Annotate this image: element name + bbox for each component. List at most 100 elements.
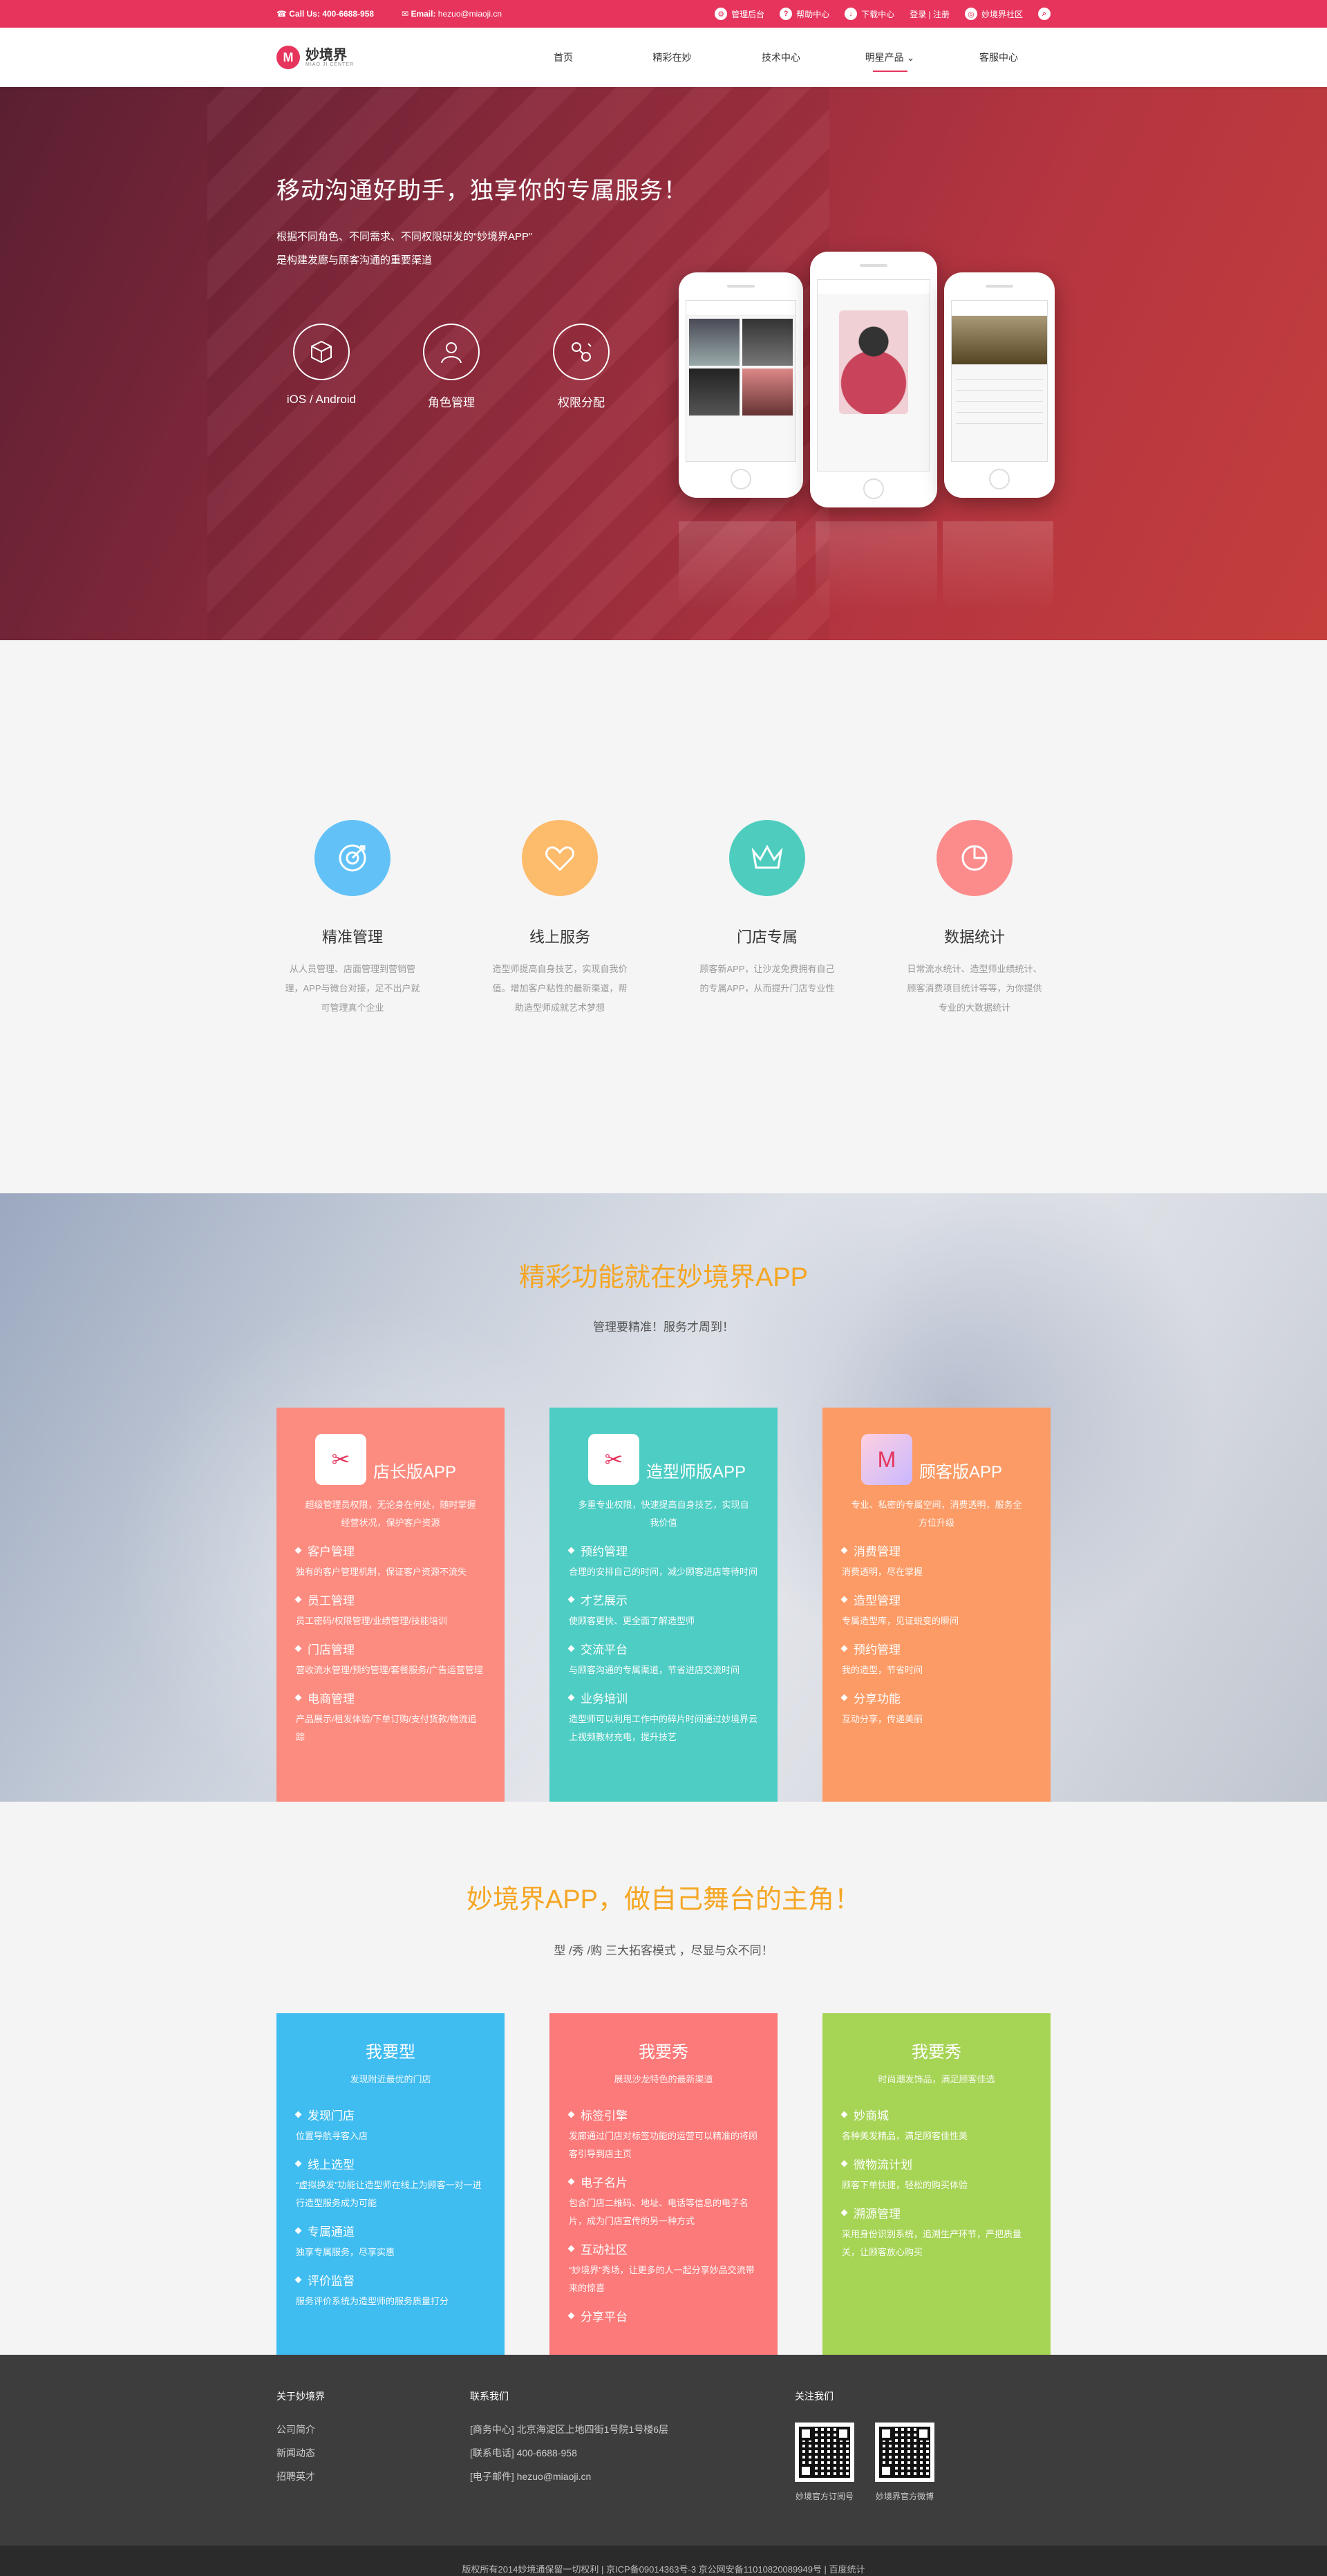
nav-item-highlights[interactable]: 精彩在妙 <box>621 28 724 87</box>
hero-feature-label: iOS / Android <box>286 393 357 406</box>
footer-email[interactable]: [电子邮件] hezuo@miaoji.cn <box>470 2470 668 2483</box>
list-item-title: 预约管理 <box>842 1640 1031 1657</box>
app-card-boss[interactable]: ✂ 店长版APP 超级管理员权限，无论身在何处，随时掌握经营状况，保护客户资源 … <box>276 1408 505 1802</box>
list-item: 门店管理 营收流水管理/预约管理/套餐服务/广告运营管理 <box>296 1640 485 1679</box>
list-item: 评价监督服务评价系统为造型师的服务质量打分 <box>296 2271 485 2311</box>
key-icon <box>553 324 610 380</box>
feature-precise-management: 精准管理 从人员管理、店面管理到营销管理，APP与微台对接，足不出户就可管理真个… <box>276 820 429 1018</box>
nav-item-products[interactable]: 明星产品 ⌄ <box>838 28 942 87</box>
list-item: 造型管理专属造型库，见证蜕变的瞬间 <box>842 1591 1031 1630</box>
email-address[interactable]: hezuo@miaoji.cn <box>438 9 502 19</box>
list-item-title: 标签引擎 <box>569 2106 758 2123</box>
qr-label: 妙境界官方微博 <box>875 2492 934 2501</box>
hero-desc-line-1: 根据不同角色、不同需求、不同权限研发的“妙境界APP” <box>276 231 533 243</box>
list-item-title: 电商管理 <box>296 1689 485 1706</box>
admin-link[interactable]: ⚙ 管理后台 <box>715 8 764 20</box>
list-item-desc: 营收流水管理/预约管理/套餐服务/广告运营管理 <box>296 1665 483 1675</box>
list-item-title: 分享功能 <box>842 1689 1031 1706</box>
phone-number: 400-6688-958 <box>322 9 375 19</box>
main-nav: M 妙境界 MIAO JI CENTER 首页 精彩在妙 技术中心 明星产品 ⌄… <box>0 28 1327 87</box>
footer-follow-title: 关注我们 <box>795 2391 834 2402</box>
mode-card-subtitle: 发现附近最优的门店 <box>350 2074 431 2084</box>
mode-card-show[interactable]: 我要秀 展现沙龙特色的最新渠道 标签引擎 发廊通过门店对标签功能的运营可以精准的将… <box>549 2013 778 2362</box>
login-register-link[interactable]: 登录 | 注册 <box>910 8 950 20</box>
mode-card-title: 我要秀 <box>912 2043 961 2062</box>
list-item-desc: 发廊通过门店对标签功能的运营可以精准的将顾客引导到店主页 <box>569 2131 758 2159</box>
phone-mockup-stylist <box>810 252 937 507</box>
logo[interactable]: M 妙境界 MIAO JI CENTER <box>276 46 511 69</box>
search-icon: ⌕ <box>1038 8 1051 20</box>
list-item: 分享功能 互动分享，传递美丽 <box>842 1689 1031 1728</box>
mode-card-shop[interactable]: 我要秀 时尚潮发饰品，满足顾客佳选 妙商城 各种美发精品，满足顾客佳性美 微物流计… <box>822 2013 1051 2362</box>
community-link[interactable]: ◎ 妙境界社区 <box>964 8 1023 20</box>
qr-subscription[interactable]: 妙境官方订阅号 <box>795 2423 854 2502</box>
heart-icon <box>522 820 598 896</box>
list-item: 标签引擎发廊通过门店对标签功能的运营可以精准的将顾客引导到店主页 <box>569 2106 758 2163</box>
app-card-customer[interactable]: M 顾客版APP 专业、私密的专属空间，消费透明，服务全方位升级 消费管理 消费透… <box>822 1408 1051 1802</box>
footer-link-jobs[interactable]: 招聘英才 <box>276 2470 325 2483</box>
footer-link-company[interactable]: 公司简介 <box>276 2423 325 2436</box>
search-button[interactable]: ⌕ <box>1038 8 1051 20</box>
download-link-label: 下载中心 <box>861 9 895 19</box>
nav-item-service[interactable]: 客服中心 <box>947 28 1051 87</box>
list-item: 电子名片 包含门店二维码、地址、电话等信息的电子名片，成为门店宣传的另一种方式 <box>569 2173 758 2230</box>
crown-icon <box>729 820 805 896</box>
list-item-desc: 产品展示/租发体验/下单订购/支付货款/物流追踪 <box>296 1714 477 1742</box>
list-item-title: 互动社区 <box>569 2240 758 2257</box>
copyright-text: 版权所有2014妙境通保留一切权利 | 京ICP备09014363号-3 京公网… <box>462 2564 865 2575</box>
nav-item-products-label: 明星产品 <box>865 52 904 63</box>
hero-title: 移动沟通好助手，独享你的专属服务！ <box>276 178 688 204</box>
list-item: 分享平台 <box>569 2307 758 2324</box>
hero-banner: 移动沟通好助手，独享你的专属服务！ 根据不同角色、不同需求、不同权限研发的“妙境… <box>0 87 1327 640</box>
hero-desc-line-2: 是构建发廊与顾客沟通的重要渠道 <box>276 254 433 266</box>
email-label: Email: <box>411 9 436 19</box>
help-link[interactable]: ? 帮助中心 <box>780 8 829 20</box>
list-item-title: 客户管理 <box>296 1542 485 1559</box>
app-card-stylist[interactable]: ✂ 造型师版APP 多重专业权限，快速提高自身技艺，实现自我价值 预约管理 合理的… <box>549 1408 778 1802</box>
download-link[interactable]: ↓ 下载中心 <box>845 8 894 20</box>
list-item-title: 造型管理 <box>842 1591 1031 1608</box>
feature-desc: 日常流水统计、造型师业绩统计、顾客消费项目统计等等，为你提供专业的大数据统计 <box>907 964 1042 1013</box>
phone-mockups <box>672 252 1059 611</box>
list-item: 互动社区 “妙境界”秀场，让更多的人一起分享妙品交流带来的惊喜 <box>569 2240 758 2297</box>
list-item-title: 妙商城 <box>842 2106 1031 2123</box>
list-item-desc: 独有的客户管理机制，保证客户资源不流失 <box>296 1567 467 1577</box>
nav-menu: 首页 精彩在妙 技术中心 明星产品 ⌄ 客服中心 <box>511 28 1051 87</box>
mode-card-title: 我要型 <box>366 2043 415 2062</box>
nav-item-home[interactable]: 首页 <box>511 28 615 87</box>
list-item-desc: 员工密码/权限管理/业绩管理/技能培训 <box>296 1616 447 1626</box>
footer-link-news[interactable]: 新闻动态 <box>276 2446 325 2460</box>
list-item: 发现门店 位置导航寻客入店 <box>296 2106 485 2145</box>
qr-label: 妙境官方订阅号 <box>795 2492 854 2501</box>
list-item-title: 分享平台 <box>569 2307 758 2324</box>
list-item: 业务培训 造型师可以利用工作中的碎片时间通过妙境界云上视频教材充电，提升技艺 <box>569 1689 758 1746</box>
list-item-title: 评价监督 <box>296 2271 485 2288</box>
list-item-desc: 服务评价系统为造型师的服务质量打分 <box>296 2296 449 2306</box>
logo-text: 妙境界 <box>305 47 347 63</box>
list-item: 微物流计划 顾客下单快捷，轻松的购买体验 <box>842 2155 1031 2194</box>
community-icon: ◎ <box>964 8 977 20</box>
app-card-title: 造型师版APP <box>646 1462 746 1482</box>
phone-mockup-store <box>679 272 803 498</box>
cube-icon <box>293 324 350 380</box>
hero-feature-platform: iOS / Android <box>276 324 366 407</box>
footer-address: [商务中心] 北京海淀区上地四街1号院1号楼6层 <box>470 2424 669 2435</box>
piechart-icon <box>937 820 1013 896</box>
user-icon <box>423 324 480 380</box>
list-item: 交流平台 与顾客沟通的专属渠道，节省进店交流时间 <box>569 1640 758 1679</box>
mode-card-style[interactable]: 我要型 发现附近最优的门店 发现门店 位置导航寻客入店 线上选型 “虚拟换发”功能让… <box>276 2013 505 2362</box>
list-item-desc: 顾客下单快捷，轻松的购买体验 <box>842 2180 968 2190</box>
list-item: 客户管理独有的客户管理机制，保证客户资源不流失 <box>296 1542 485 1581</box>
list-item-desc: 消费透明，尽在掌握 <box>842 1567 923 1577</box>
help-link-label: 帮助中心 <box>796 9 830 19</box>
nav-item-tech[interactable]: 技术中心 <box>729 28 833 87</box>
phone-mockup-customer <box>944 272 1055 498</box>
feature-title: 线上服务 <box>529 928 590 946</box>
list-item-desc: 专属造型库，见证蜕变的瞬间 <box>842 1616 959 1626</box>
apps-section-title: 精彩功能就在妙境界APP <box>518 1263 809 1292</box>
copyright-bar: 版权所有2014妙境通保留一切权利 | 京ICP备09014363号-3 京公网… <box>0 2546 1327 2576</box>
app-card-desc: 超级管理员权限，无论身在何处，随时掌握经营状况，保护客户资源 <box>305 1500 476 1528</box>
list-item-title: 线上选型 <box>296 2155 485 2172</box>
qr-weibo[interactable]: 妙境界官方微博 <box>875 2423 934 2502</box>
list-item-desc: 合理的安排自己的时间，减少顾客进店等待时间 <box>569 1567 758 1577</box>
